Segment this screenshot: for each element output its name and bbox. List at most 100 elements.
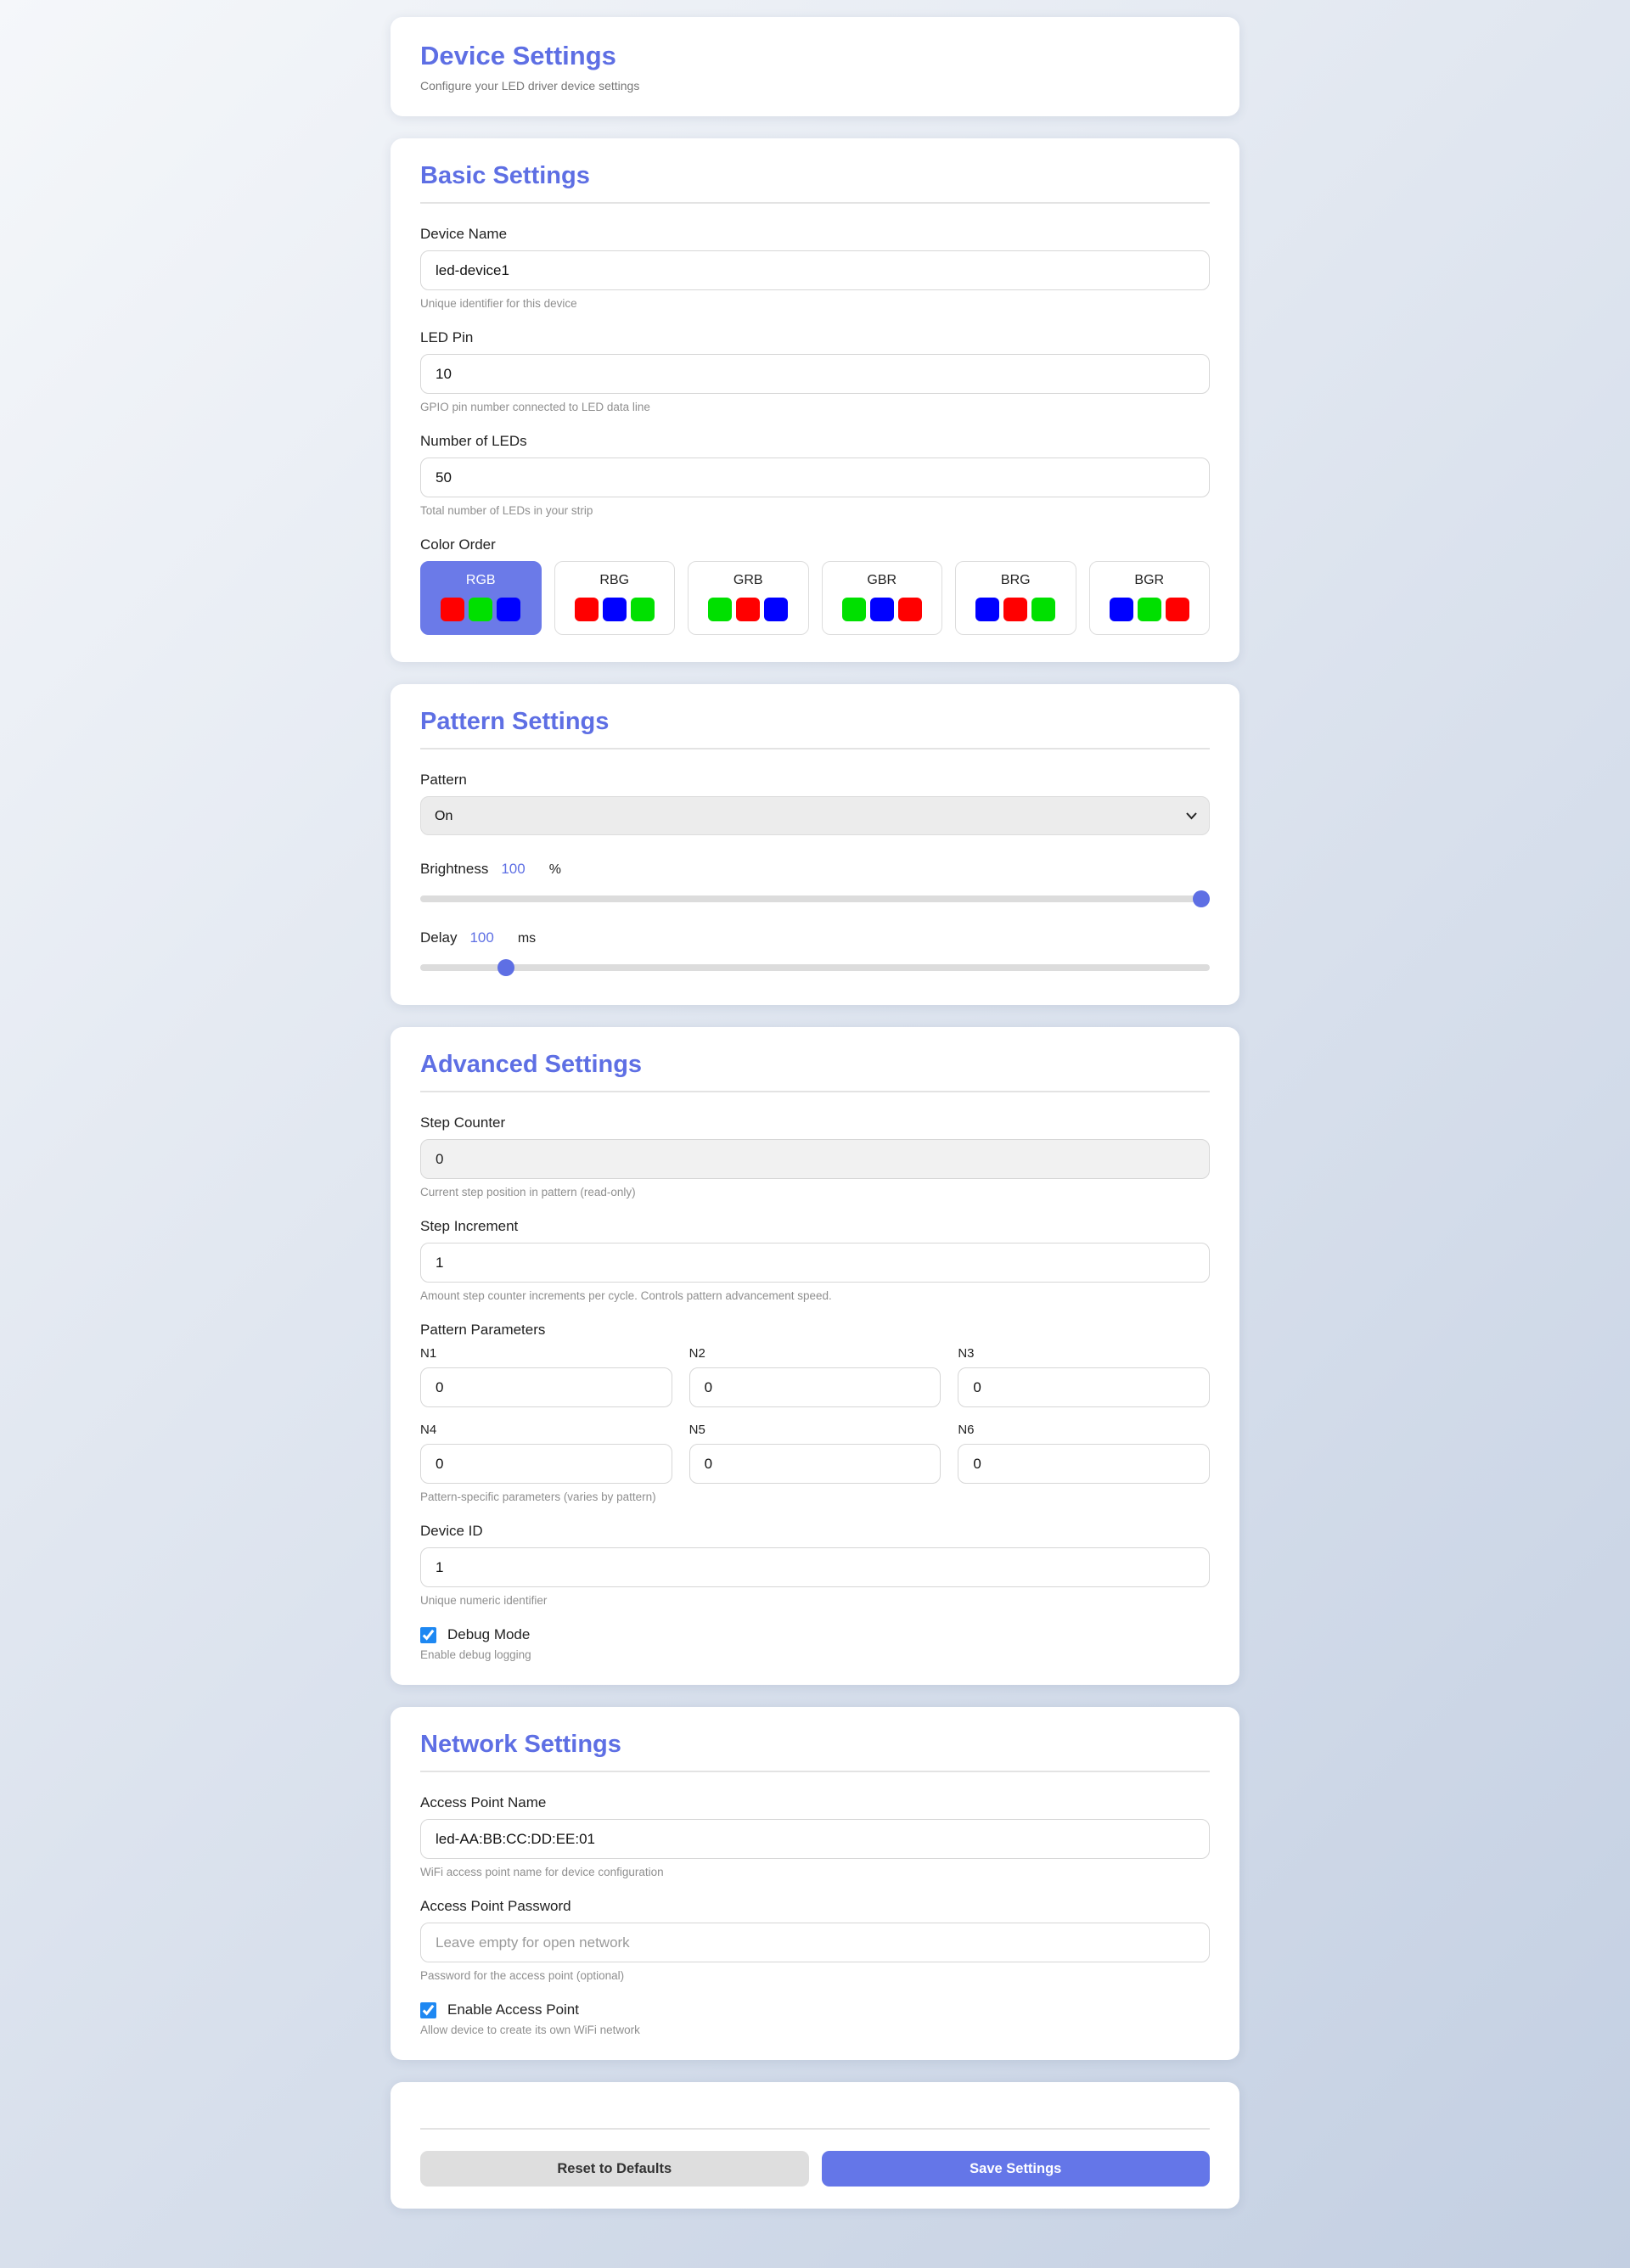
param-n6-label: N6 [958, 1423, 1210, 1437]
device-id-field-group: Device ID Unique numeric identifier [420, 1523, 1210, 1607]
device-name-input[interactable] [420, 250, 1210, 290]
color-swatch [842, 598, 866, 621]
step-counter-field-group: Step Counter Current step position in pa… [420, 1114, 1210, 1199]
advanced-settings-title: Advanced Settings [420, 1051, 1210, 1079]
led-pin-help: GPIO pin number connected to LED data li… [420, 401, 1210, 413]
param-n3-label: N3 [958, 1346, 1210, 1361]
color-order-options: RGB RBG GRB GBRBRGBGR [420, 561, 1210, 635]
device-id-input[interactable] [420, 1547, 1210, 1587]
ap-name-field-group: Access Point Name WiFi access point name… [420, 1794, 1210, 1878]
ap-name-label: Access Point Name [420, 1794, 1210, 1811]
param-n4-label: N4 [420, 1423, 672, 1437]
color-order-option-label: GRB [689, 573, 808, 588]
debug-mode-group: Debug Mode Enable debug logging [420, 1626, 1210, 1661]
step-increment-field-group: Step Increment Amount step counter incre… [420, 1218, 1210, 1302]
device-name-help: Unique identifier for this device [420, 297, 1210, 310]
num-leds-label: Number of LEDs [420, 433, 1210, 450]
color-order-option-bgr[interactable]: BGR [1089, 561, 1211, 635]
step-increment-input[interactable] [420, 1243, 1210, 1283]
color-swatches [421, 598, 541, 621]
color-swatch [469, 598, 492, 621]
brightness-slider-group: Brightness 100 % [420, 861, 1210, 907]
section-divider [420, 2128, 1210, 2130]
num-leds-input[interactable] [420, 458, 1210, 497]
network-settings-card: Network Settings Access Point Name WiFi … [391, 1707, 1239, 2060]
param-n5-input[interactable] [689, 1444, 941, 1484]
enable-ap-checkbox[interactable] [420, 2002, 436, 2018]
color-swatches [555, 598, 675, 621]
num-leds-help: Total number of LEDs in your strip [420, 504, 1210, 517]
delay-slider[interactable] [420, 959, 1210, 976]
brightness-slider[interactable] [420, 890, 1210, 907]
step-increment-help: Amount step counter increments per cycle… [420, 1289, 1210, 1302]
color-swatches [1090, 598, 1210, 621]
pattern-parameters-group: Pattern Parameters N1 N2 N3 N4 [420, 1322, 1210, 1503]
step-counter-input [420, 1139, 1210, 1179]
pattern-parameters-help: Pattern-specific parameters (varies by p… [420, 1490, 1210, 1503]
color-swatch [497, 598, 520, 621]
pattern-parameters-label: Pattern Parameters [420, 1322, 1210, 1339]
ap-password-label: Access Point Password [420, 1898, 1210, 1915]
delay-label: Delay [420, 929, 457, 946]
color-swatch [1003, 598, 1027, 621]
pattern-parameters-grid: N1 N2 N3 N4 N5 [420, 1346, 1210, 1484]
color-swatch [870, 598, 894, 621]
param-n2-group: N2 [689, 1346, 941, 1407]
color-swatch [764, 598, 788, 621]
ap-password-field-group: Access Point Password Password for the a… [420, 1898, 1210, 1982]
color-order-option-brg[interactable]: BRG [955, 561, 1076, 635]
color-swatches [956, 598, 1076, 621]
param-n4-input[interactable] [420, 1444, 672, 1484]
param-n5-label: N5 [689, 1423, 941, 1437]
param-n1-group: N1 [420, 1346, 672, 1407]
delay-unit: ms [518, 931, 536, 946]
device-name-field-group: Device Name Unique identifier for this d… [420, 226, 1210, 310]
param-n2-label: N2 [689, 1346, 941, 1361]
color-swatches [823, 598, 942, 621]
step-counter-label: Step Counter [420, 1114, 1210, 1131]
page-title: Device Settings [420, 41, 1210, 71]
param-n6-input[interactable] [958, 1444, 1210, 1484]
ap-name-help: WiFi access point name for device config… [420, 1866, 1210, 1878]
section-divider [420, 1771, 1210, 1772]
network-settings-title: Network Settings [420, 1731, 1210, 1759]
color-swatch [575, 598, 599, 621]
debug-mode-checkbox[interactable] [420, 1627, 436, 1643]
param-n2-input[interactable] [689, 1367, 941, 1407]
section-divider [420, 1091, 1210, 1092]
param-n1-label: N1 [420, 1346, 672, 1361]
color-order-option-grb[interactable]: GRB [688, 561, 809, 635]
pattern-settings-card: Pattern Settings Pattern On Brightness 1… [391, 684, 1239, 1005]
pattern-settings-title: Pattern Settings [420, 708, 1210, 736]
device-id-label: Device ID [420, 1523, 1210, 1540]
color-swatch [975, 598, 999, 621]
ap-name-input[interactable] [420, 1819, 1210, 1859]
ap-password-input[interactable] [420, 1923, 1210, 1962]
enable-ap-group: Enable Access Point Allow device to crea… [420, 2001, 1210, 2036]
brightness-value: 100 [501, 861, 525, 878]
page-subtitle: Configure your LED driver device setting… [420, 79, 1210, 93]
color-order-option-label: RGB [421, 573, 541, 588]
color-swatch [1166, 598, 1189, 621]
enable-ap-label: Enable Access Point [447, 2001, 579, 2018]
save-settings-button[interactable]: Save Settings [822, 2151, 1211, 2187]
param-n3-input[interactable] [958, 1367, 1210, 1407]
color-swatch [1138, 598, 1161, 621]
pattern-select[interactable]: On [420, 796, 1210, 835]
param-n4-group: N4 [420, 1423, 672, 1484]
advanced-settings-card: Advanced Settings Step Counter Current s… [391, 1027, 1239, 1685]
color-swatch [1110, 598, 1133, 621]
section-divider [420, 748, 1210, 749]
header-card: Device Settings Configure your LED drive… [391, 17, 1239, 116]
pattern-label: Pattern [420, 772, 1210, 789]
color-order-option-rgb[interactable]: RGB [420, 561, 542, 635]
color-swatch [441, 598, 464, 621]
led-pin-field-group: LED Pin GPIO pin number connected to LED… [420, 329, 1210, 413]
param-n1-input[interactable] [420, 1367, 672, 1407]
param-n6-group: N6 [958, 1423, 1210, 1484]
reset-to-defaults-button[interactable]: Reset to Defaults [420, 2151, 809, 2187]
led-pin-input[interactable] [420, 354, 1210, 394]
color-order-option-gbr[interactable]: GBR [822, 561, 943, 635]
footer-actions-card: Reset to Defaults Save Settings [391, 2082, 1239, 2209]
color-order-option-rbg[interactable]: RBG [554, 561, 676, 635]
